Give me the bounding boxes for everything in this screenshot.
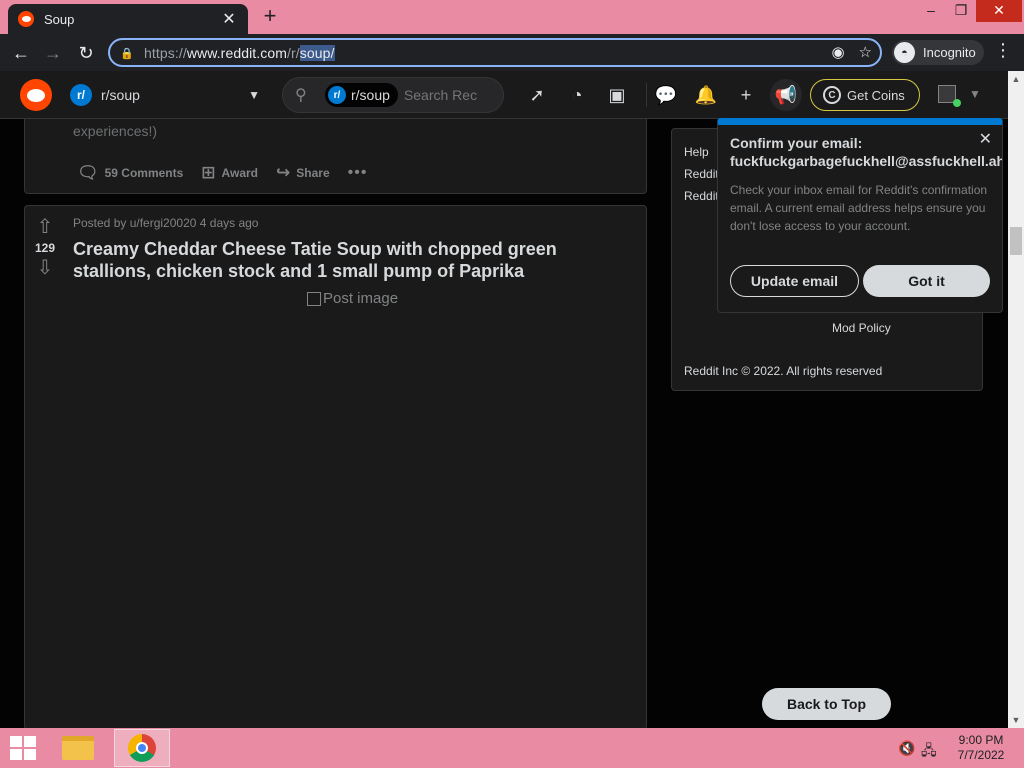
- comments-button[interactable]: 🗨 59 Comments: [77, 163, 183, 183]
- browser-tab[interactable]: Soup ✕: [8, 4, 248, 34]
- clock-date: 7/7/2022: [957, 748, 1005, 762]
- eye-slash-icon[interactable]: ◉: [831, 43, 844, 61]
- got-it-button[interactable]: Got it: [863, 265, 990, 297]
- previous-post-card: experiences!) 🗨 59 Comments ⊞ Award ↪ Share…: [24, 119, 647, 194]
- reddit-header: r/ r/soup ▼ ⚲ r/ r/soup ➚ ◔ ▣ 💬 🔔 + 📢 C …: [0, 71, 1008, 119]
- tab-close-icon[interactable]: ✕: [220, 9, 238, 29]
- reddit-logo-icon[interactable]: [20, 79, 52, 111]
- url-text[interactable]: https://www.reddit.com/r/soup/: [144, 44, 335, 61]
- folder-icon: [62, 736, 94, 760]
- search-community-chip[interactable]: r/ r/soup: [325, 83, 398, 107]
- confirm-email-popup: ✕ Confirm your email: fuckfuckgarbagefuc…: [717, 118, 1003, 313]
- plus-icon[interactable]: +: [734, 83, 758, 107]
- award-icon: ⊞: [201, 163, 216, 182]
- popup-body: Check your inbox email for Reddit's conf…: [730, 183, 988, 233]
- share-label: Share: [296, 166, 330, 180]
- chip-label: r/soup: [351, 87, 390, 103]
- award-label: Award: [221, 166, 259, 180]
- stats-icon[interactable]: ◔: [565, 83, 589, 107]
- browser-toolbar: ← → ↻ 🔒 https://www.reddit.com/r/soup/ ◉…: [0, 34, 1024, 71]
- popup-title: Confirm your email:: [730, 135, 863, 151]
- popular-icon[interactable]: ➚: [525, 83, 549, 107]
- vote-count: 129: [34, 241, 56, 255]
- tab-title: Soup: [44, 11, 75, 27]
- chrome-icon: [128, 734, 156, 762]
- star-icon[interactable]: ☆: [859, 43, 872, 61]
- upvote-icon[interactable]: ⇧: [25, 214, 65, 239]
- windows-taskbar: 🔇 🖧 9:00 PM 7/7/2022: [0, 728, 1024, 768]
- community-dropdown[interactable]: r/ r/soup ▼: [70, 84, 260, 106]
- reddit-favicon-icon: [18, 11, 34, 27]
- share-button[interactable]: ↪ Share: [276, 163, 330, 183]
- subreddit-icon: r/: [328, 86, 346, 104]
- scrollbar-thumb[interactable]: [1010, 227, 1022, 255]
- browser-titlebar: Soup ✕ + – ❐ ✕: [0, 0, 1024, 34]
- share-icon: ↪: [276, 163, 291, 182]
- header-divider: [646, 83, 647, 107]
- community-label: r/soup: [101, 87, 140, 103]
- video-icon[interactable]: ▣: [605, 83, 629, 107]
- network-icon[interactable]: 🖧: [921, 740, 937, 764]
- post-text: experiences!): [73, 123, 158, 139]
- vote-column: ⇧ 129 ⇩: [25, 206, 65, 280]
- sidebar-link-reddit-2[interactable]: Reddit: [684, 189, 719, 203]
- downvote-icon[interactable]: ⇩: [25, 255, 65, 280]
- coin-icon: C: [823, 86, 841, 104]
- popup-email: fuckfuckgarbagefuckhell@assfuckhell.ahsh…: [730, 153, 1003, 169]
- sidebar-link-mod-policy[interactable]: Mod Policy: [832, 321, 891, 335]
- scroll-down-icon[interactable]: ▼: [1008, 712, 1024, 728]
- megaphone-icon[interactable]: 📢: [770, 79, 802, 111]
- close-window-icon[interactable]: ✕: [976, 0, 1022, 22]
- incognito-badge[interactable]: ◓ Incognito: [892, 40, 984, 65]
- page-scrollbar[interactable]: ▲ ▼: [1008, 71, 1024, 728]
- back-to-top-button[interactable]: Back to Top: [762, 688, 891, 720]
- taskbar-clock[interactable]: 9:00 PM 7/7/2022: [946, 733, 1016, 763]
- coins-label: Get Coins: [847, 87, 905, 103]
- search-bar[interactable]: ⚲ r/ r/soup: [282, 77, 504, 113]
- get-coins-button[interactable]: C Get Coins: [810, 79, 920, 111]
- search-input[interactable]: [403, 87, 480, 103]
- incognito-icon: ◓: [894, 42, 915, 63]
- clock-time: 9:00 PM: [958, 733, 1004, 747]
- post-meta[interactable]: Posted by u/fergi20020 4 days ago: [73, 216, 258, 230]
- post-card[interactable]: ⇧ 129 ⇩ Posted by u/fergi20020 4 days ag…: [24, 205, 647, 730]
- taskbar-chrome[interactable]: [114, 729, 170, 767]
- broken-image-icon: [307, 291, 321, 306]
- new-tab-icon[interactable]: +: [258, 5, 282, 29]
- taskbar-file-explorer[interactable]: [50, 729, 106, 767]
- lock-icon: 🔒: [120, 47, 134, 60]
- windows-start-icon[interactable]: [10, 736, 38, 760]
- incognito-label: Incognito: [923, 45, 976, 60]
- scroll-up-icon[interactable]: ▲: [1008, 71, 1024, 87]
- post-image-alt: Post image: [323, 290, 399, 307]
- sidebar-link-help[interactable]: Help: [684, 145, 709, 159]
- sidebar-link-reddit[interactable]: Reddit: [684, 167, 719, 181]
- restore-icon[interactable]: ❐: [946, 0, 976, 22]
- chrome-menu-icon[interactable]: ⋮: [994, 40, 1012, 61]
- chat-icon[interactable]: 💬: [654, 83, 678, 107]
- update-email-button[interactable]: Update email: [730, 265, 859, 297]
- more-options-icon[interactable]: •••: [348, 164, 368, 182]
- volume-muted-icon[interactable]: 🔇: [898, 740, 915, 757]
- search-icon: ⚲: [295, 87, 307, 104]
- copyright: Reddit Inc © 2022. All rights reserved: [684, 364, 883, 378]
- back-arrow-icon[interactable]: ←: [8, 40, 34, 66]
- address-bar[interactable]: 🔒 https://www.reddit.com/r/soup/ ◉ ☆: [108, 38, 882, 67]
- forward-arrow-icon[interactable]: →: [40, 40, 66, 66]
- online-indicator: [953, 99, 961, 107]
- bell-icon[interactable]: 🔔: [694, 83, 718, 107]
- close-icon[interactable]: ✕: [979, 129, 992, 149]
- reload-icon[interactable]: ↻: [73, 40, 99, 66]
- minimize-icon[interactable]: –: [916, 0, 946, 22]
- chevron-down-icon: ▼: [248, 88, 260, 102]
- comments-label: 59 Comments: [104, 166, 184, 180]
- post-image[interactable]: Post image: [307, 290, 398, 307]
- post-title[interactable]: Creamy Cheddar Cheese Tatie Soup with ch…: [73, 238, 633, 282]
- award-button[interactable]: ⊞ Award: [201, 163, 258, 183]
- user-menu-chevron-icon[interactable]: ▼: [969, 87, 981, 101]
- subreddit-icon: r/: [70, 84, 92, 106]
- comment-icon: 🗨: [77, 163, 99, 182]
